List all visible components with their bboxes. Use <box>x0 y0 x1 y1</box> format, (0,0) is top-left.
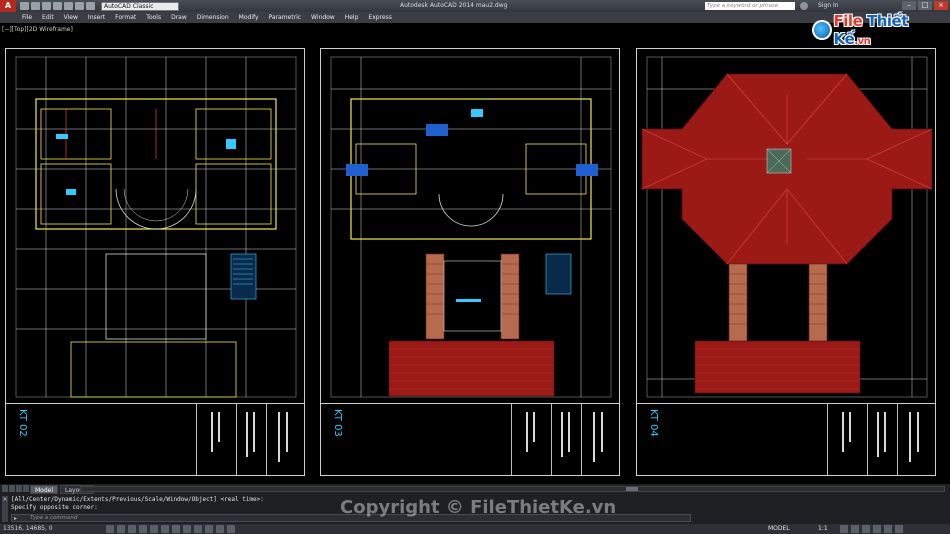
tab-nav <box>2 485 29 492</box>
save-as-icon[interactable] <box>53 2 62 10</box>
drafting-toggles <box>106 525 235 533</box>
isolate-objects-icon[interactable] <box>884 525 892 533</box>
otrack-icon[interactable] <box>183 525 191 533</box>
sheet-kt02: KT 02 <box>5 48 305 476</box>
drawing-viewport[interactable]: [−][Top][2D Wireframe] KT 02 KT 03 KT 04 <box>0 23 950 484</box>
undo-icon[interactable] <box>75 2 84 10</box>
search-icon[interactable] <box>800 2 808 10</box>
first-tab-icon[interactable] <box>2 485 8 492</box>
command-prompt-icon[interactable]: ▸ <box>14 515 17 522</box>
title-block: KT 03 <box>321 403 619 475</box>
menu-help[interactable]: Help <box>345 14 359 21</box>
lineweight-icon[interactable] <box>216 525 224 533</box>
sheet-number: KT 03 <box>332 409 343 437</box>
maximize-button[interactable]: □ <box>918 1 932 10</box>
quick-access-toolbar <box>20 2 95 10</box>
workspace-switch-icon[interactable] <box>851 525 859 533</box>
title-icons <box>800 2 808 10</box>
application-menu-button[interactable]: A <box>0 0 16 12</box>
new-file-icon[interactable] <box>20 2 29 10</box>
window-title: Autodesk AutoCAD 2014 mau2.dwg <box>400 2 508 9</box>
workspace-select[interactable]: AutoCAD Classic <box>101 1 179 11</box>
transparency-icon[interactable] <box>227 525 235 533</box>
menu-modify[interactable]: Modify <box>239 14 259 21</box>
autocad-window: A AutoCAD Classic Autodesk AutoCAD 2014 … <box>0 0 950 534</box>
menu-format[interactable]: Format <box>115 14 136 21</box>
prev-tab-icon[interactable] <box>9 485 15 492</box>
minimize-button[interactable]: – <box>902 1 916 10</box>
lock-icon[interactable] <box>862 525 870 533</box>
ducs-icon[interactable] <box>194 525 202 533</box>
title-block: KT 02 <box>6 403 304 475</box>
osnap-icon[interactable] <box>161 525 169 533</box>
layout-tabs-bar: Model Layout1 <box>0 484 950 494</box>
model-space-toggle[interactable]: MODEL <box>768 524 790 534</box>
save-icon[interactable] <box>42 2 51 10</box>
annotation-scale[interactable]: 1:1 <box>818 524 828 534</box>
menu-dimension[interactable]: Dimension <box>197 14 229 21</box>
3d-osnap-icon[interactable] <box>172 525 180 533</box>
sheet-number: KT 04 <box>648 409 659 437</box>
title-bar: A AutoCAD Classic Autodesk AutoCAD 2014 … <box>0 0 950 12</box>
sheet-number: KT 02 <box>17 409 28 437</box>
site-logo: File Thiết Kế.vn <box>812 12 946 48</box>
ortho-icon[interactable] <box>139 525 147 533</box>
close-button[interactable]: × <box>934 1 948 10</box>
sheet-kt04: KT 04 <box>636 48 936 476</box>
menu-parametric[interactable]: Parametric <box>269 14 302 21</box>
menu-bar: File Edit View Insert Format Tools Draw … <box>0 12 950 23</box>
sheet-kt03: KT 03 <box>320 48 620 476</box>
status-tray <box>840 525 903 533</box>
last-tab-icon[interactable] <box>23 485 29 492</box>
plot-icon[interactable] <box>64 2 73 10</box>
menu-draw[interactable]: Draw <box>171 14 187 21</box>
coordinate-readout: 13516, 14685, 0 <box>3 525 53 532</box>
grid-icon[interactable] <box>128 525 136 533</box>
menu-file[interactable]: File <box>22 14 32 21</box>
snap-icon[interactable] <box>117 525 125 533</box>
menu-window[interactable]: Window <box>311 14 335 21</box>
command-history-line: [All/Center/Dynamic/Extents/Previous/Sca… <box>11 496 264 503</box>
menu-view[interactable]: View <box>64 14 78 21</box>
title-block: KT 04 <box>637 403 935 475</box>
next-tab-icon[interactable] <box>16 485 22 492</box>
redo-icon[interactable] <box>86 2 95 10</box>
copyright-watermark: Copyright © FileThietKe.vn <box>340 497 617 518</box>
command-history-line: Specify opposite corner: <box>11 504 98 511</box>
viewport-controls-label[interactable]: [−][Top][2D Wireframe] <box>2 26 73 33</box>
roof-plan-drawing <box>641 56 933 398</box>
open-file-icon[interactable] <box>31 2 40 10</box>
menu-tools[interactable]: Tools <box>146 14 161 21</box>
menu-express[interactable]: Express <box>368 14 391 21</box>
window-controls: – □ × <box>902 1 948 10</box>
dyn-icon[interactable] <box>205 525 213 533</box>
help-search-input[interactable]: Type a keyword or phrase <box>705 2 795 10</box>
infer-constraints-icon[interactable] <box>106 525 114 533</box>
logo-text: File Thiết Kế.vn <box>833 12 909 48</box>
annotation-visibility-icon[interactable] <box>840 525 848 533</box>
status-bar: 13516, 14685, 0 MODEL 1:1 <box>0 524 950 534</box>
globe-icon <box>812 20 832 40</box>
command-close-icon[interactable]: × <box>2 496 8 522</box>
menu-edit[interactable]: Edit <box>42 14 54 21</box>
clean-screen-icon[interactable] <box>895 525 903 533</box>
tab-model[interactable]: Model <box>30 485 59 494</box>
polar-icon[interactable] <box>150 525 158 533</box>
scrollbar-thumb[interactable] <box>626 487 638 491</box>
horizontal-scrollbar[interactable] <box>80 486 945 492</box>
floor-plan-drawing <box>15 56 297 398</box>
upper-floor-drawing <box>330 56 612 398</box>
menu-insert[interactable]: Insert <box>88 14 105 21</box>
sign-in-link[interactable]: Sign In <box>818 0 839 12</box>
hardware-acceleration-icon[interactable] <box>873 525 881 533</box>
command-placeholder: Type a command <box>30 515 78 521</box>
